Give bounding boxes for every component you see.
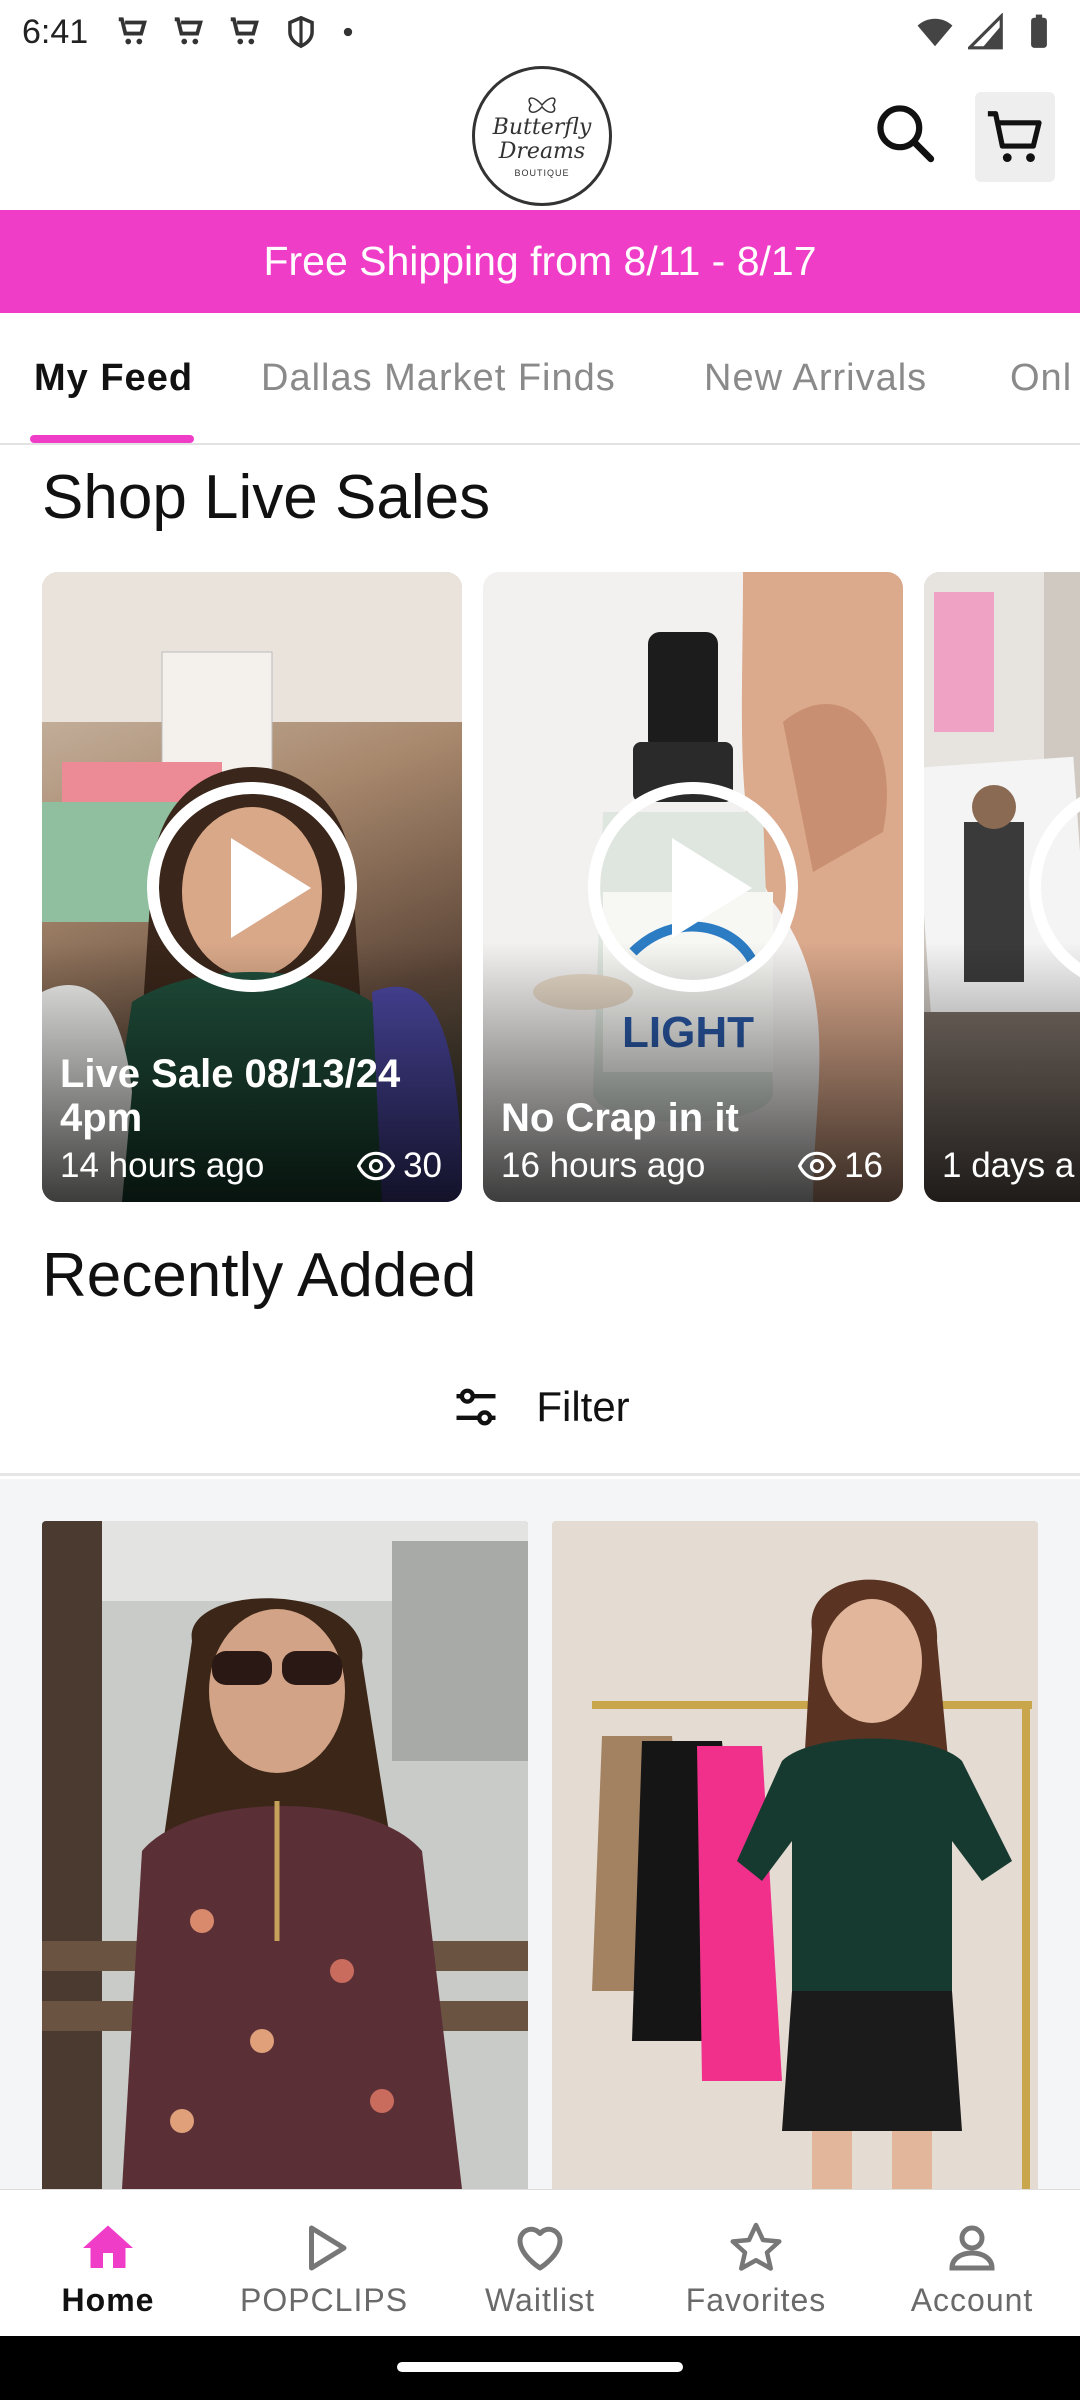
play-icon[interactable] [147,782,357,992]
cart-notification-icon [174,17,204,45]
live-sale-meta: 14 hours ago 30 [60,1146,442,1186]
cart-notification-icon [230,17,260,45]
product-image [42,1521,528,2189]
app-header: Butterfly Dreams BOUTIQUE [0,64,1080,210]
promo-text: Free Shipping from 8/11 - 8/17 [263,238,817,284]
search-icon [877,105,935,163]
live-sales-carousel[interactable]: Live Sale 08/13/24 4pm 14 hours ago 30 L… [0,572,1080,1204]
tab-new-arrivals[interactable]: New Arrivals [704,357,927,400]
filter-sliders-icon [456,1388,496,1425]
system-navigation-bar [0,2336,1080,2400]
nav-label: Waitlist [485,2282,595,2318]
star-icon [730,2222,782,2271]
product-card[interactable] [42,1521,528,2189]
brand-logo[interactable]: Butterfly Dreams BOUTIQUE [472,66,612,206]
nav-label: Account [910,2282,1034,2318]
tab-dallas-market-finds[interactable]: Dallas Market Finds [261,357,616,400]
nav-label: Home [61,2282,155,2318]
product-image [552,1521,1038,2189]
nav-home[interactable]: Home [0,2190,216,2337]
product-card[interactable] [552,1521,1038,2189]
nav-popclips[interactable]: POPCLIPS [216,2190,432,2337]
signal-icon [968,13,1003,50]
live-sale-time: 16 hours ago [501,1146,706,1185]
eye-icon [357,1151,396,1181]
filter-label: Filter [536,1382,630,1430]
live-sale-card[interactable]: 1 days a [924,572,1080,1202]
tab-online[interactable]: Onl [1010,357,1072,400]
active-tab-indicator [30,435,194,443]
live-sale-meta: 16 hours ago 16 [501,1146,883,1186]
view-count: 30 [357,1146,442,1186]
bottom-navigation: Home POPCLIPS Waitlist Favorites Account [0,2189,1080,2336]
promo-banner[interactable]: Free Shipping from 8/11 - 8/17 [0,210,1080,313]
home-icon [83,2225,133,2268]
search-button[interactable] [874,102,936,164]
play-icon [309,2225,347,2271]
live-sale-title: No Crap in it [501,1096,739,1140]
logo-subtext: BOUTIQUE [514,168,570,178]
wifi-icon [917,18,953,47]
status-bar: 6:41 [0,0,1080,64]
live-sale-time: 1 days a [942,1146,1075,1185]
play-icon[interactable] [588,782,798,992]
cart-button[interactable] [975,92,1055,182]
butterfly-icon [528,97,556,113]
live-sale-title: Live Sale 08/13/24 4pm [60,1052,401,1140]
home-gesture-handle[interactable] [397,2362,683,2372]
view-count-value: 30 [403,1146,442,1185]
person-icon [949,2225,995,2271]
live-sale-card[interactable]: LIGHT No Crap in it 16 hours ago 16 [483,572,903,1202]
status-time: 6:41 [22,12,89,51]
nav-account[interactable]: Account [864,2190,1080,2337]
nav-label: Favorites [685,2282,827,2318]
nav-label: POPCLIPS [239,2282,409,2318]
view-count-value: 16 [844,1146,883,1185]
live-sale-time: 14 hours ago [60,1146,265,1185]
cart-notification-icon [118,17,148,45]
live-sale-meta: 1 days a [942,1146,1080,1186]
battery-icon [1031,14,1047,48]
tab-my-feed[interactable]: My Feed [34,357,193,400]
recently-added-title: Recently Added [42,1241,477,1310]
shield-icon [288,15,315,49]
eye-icon [798,1151,837,1181]
cart-icon [987,111,1042,163]
dot-icon [344,27,353,37]
view-count: 16 [798,1146,883,1186]
live-sales-title: Shop Live Sales [42,463,491,532]
logo-text: Butterfly Dreams [492,115,592,164]
nav-favorites[interactable]: Favorites [648,2190,864,2337]
nav-waitlist[interactable]: Waitlist [432,2190,648,2337]
filter-button[interactable]: Filter [0,1340,1080,1476]
heart-icon [517,2226,563,2271]
live-sale-card[interactable]: Live Sale 08/13/24 4pm 14 hours ago 30 [42,572,462,1202]
feed-tabs: My Feed Dallas Market Finds New Arrivals… [0,313,1080,445]
